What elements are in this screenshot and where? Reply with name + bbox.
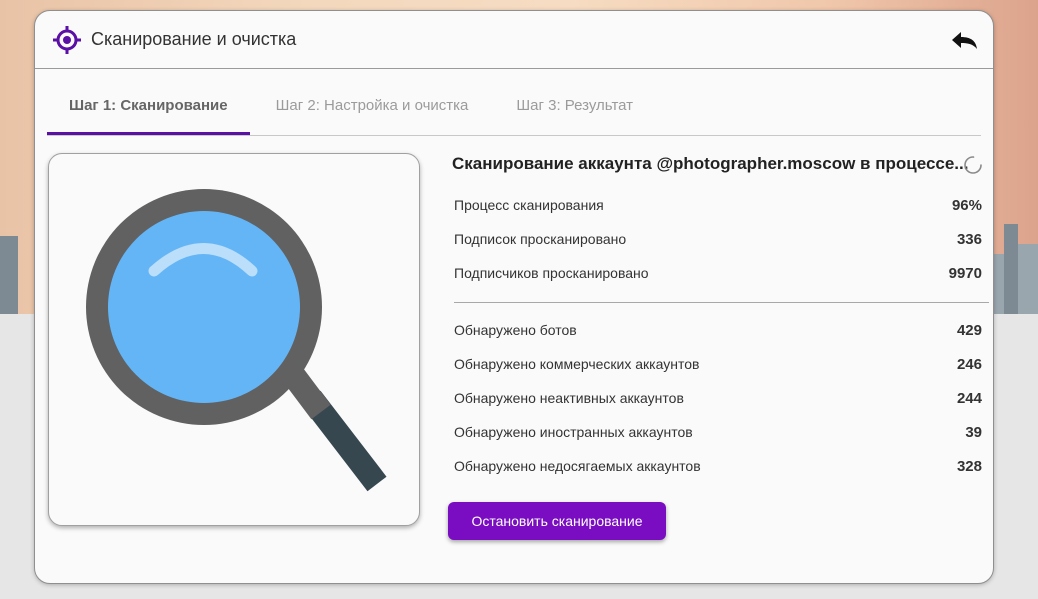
stat-label: Подписок просканировано (454, 231, 627, 247)
tab-step-2[interactable]: Шаг 2: Настройка и очистка (254, 87, 491, 135)
stat-value: 328 (956, 457, 982, 475)
stat-row: Подписок просканировано 336 (454, 222, 982, 256)
stat-label: Процесс сканирования (454, 197, 604, 213)
stop-scan-button[interactable]: Остановить сканирование (448, 502, 666, 540)
detected-accounts-list: Обнаружено ботов 429 Обнаружено коммерче… (454, 313, 982, 483)
stat-label: Обнаружено неактивных аккаунтов (454, 390, 684, 406)
stat-label: Обнаружено коммерческих аккаунтов (454, 356, 700, 372)
magnifier-icon (86, 189, 387, 492)
stats-divider (454, 302, 989, 303)
stat-row: Обнаружено ботов 429 (454, 313, 982, 347)
scan-illustration (48, 153, 420, 526)
back-arrow-icon[interactable] (949, 25, 979, 55)
scan-card: Сканирование и очистка Шаг 1: Сканирован… (34, 10, 994, 584)
stat-label: Обнаружено иностранных аккаунтов (454, 424, 693, 440)
stat-value: 244 (956, 389, 982, 407)
card-header: Сканирование и очистка (35, 11, 993, 69)
stat-label: Обнаружено ботов (454, 322, 577, 338)
scan-status-title: Сканирование аккаунта @photographer.mosc… (452, 154, 969, 173)
stat-value: 39 (965, 423, 982, 441)
stat-value: 246 (956, 355, 982, 373)
stat-row: Обнаружено коммерческих аккаунтов 246 (454, 347, 982, 381)
stat-row: Процесс сканирования 96% (454, 188, 982, 222)
step-tabs: Шаг 1: Сканирование Шаг 2: Настройка и о… (47, 87, 981, 136)
stat-row: Обнаружено неактивных аккаунтов 244 (454, 381, 982, 415)
scan-progress-list: Процесс сканирования 96% Подписок проска… (454, 188, 982, 290)
target-icon (53, 25, 81, 54)
stat-value: 336 (956, 230, 982, 248)
stat-row: Обнаружено недосягаемых аккаунтов 328 (454, 449, 982, 483)
tab-step-1[interactable]: Шаг 1: Сканирование (47, 87, 250, 135)
spinner-icon (964, 156, 982, 174)
stat-row: Обнаружено иностранных аккаунтов 39 (454, 415, 982, 449)
stat-row: Подписчиков просканировано 9970 (454, 256, 982, 290)
stat-label: Подписчиков просканировано (454, 265, 649, 281)
stat-value: 429 (956, 321, 982, 339)
stat-value: 96% (951, 196, 982, 214)
stat-label: Обнаружено недосягаемых аккаунтов (454, 458, 701, 474)
stat-value: 9970 (948, 264, 982, 282)
page-title: Сканирование и очистка (91, 29, 297, 49)
tab-step-3[interactable]: Шаг 3: Результат (494, 87, 655, 135)
